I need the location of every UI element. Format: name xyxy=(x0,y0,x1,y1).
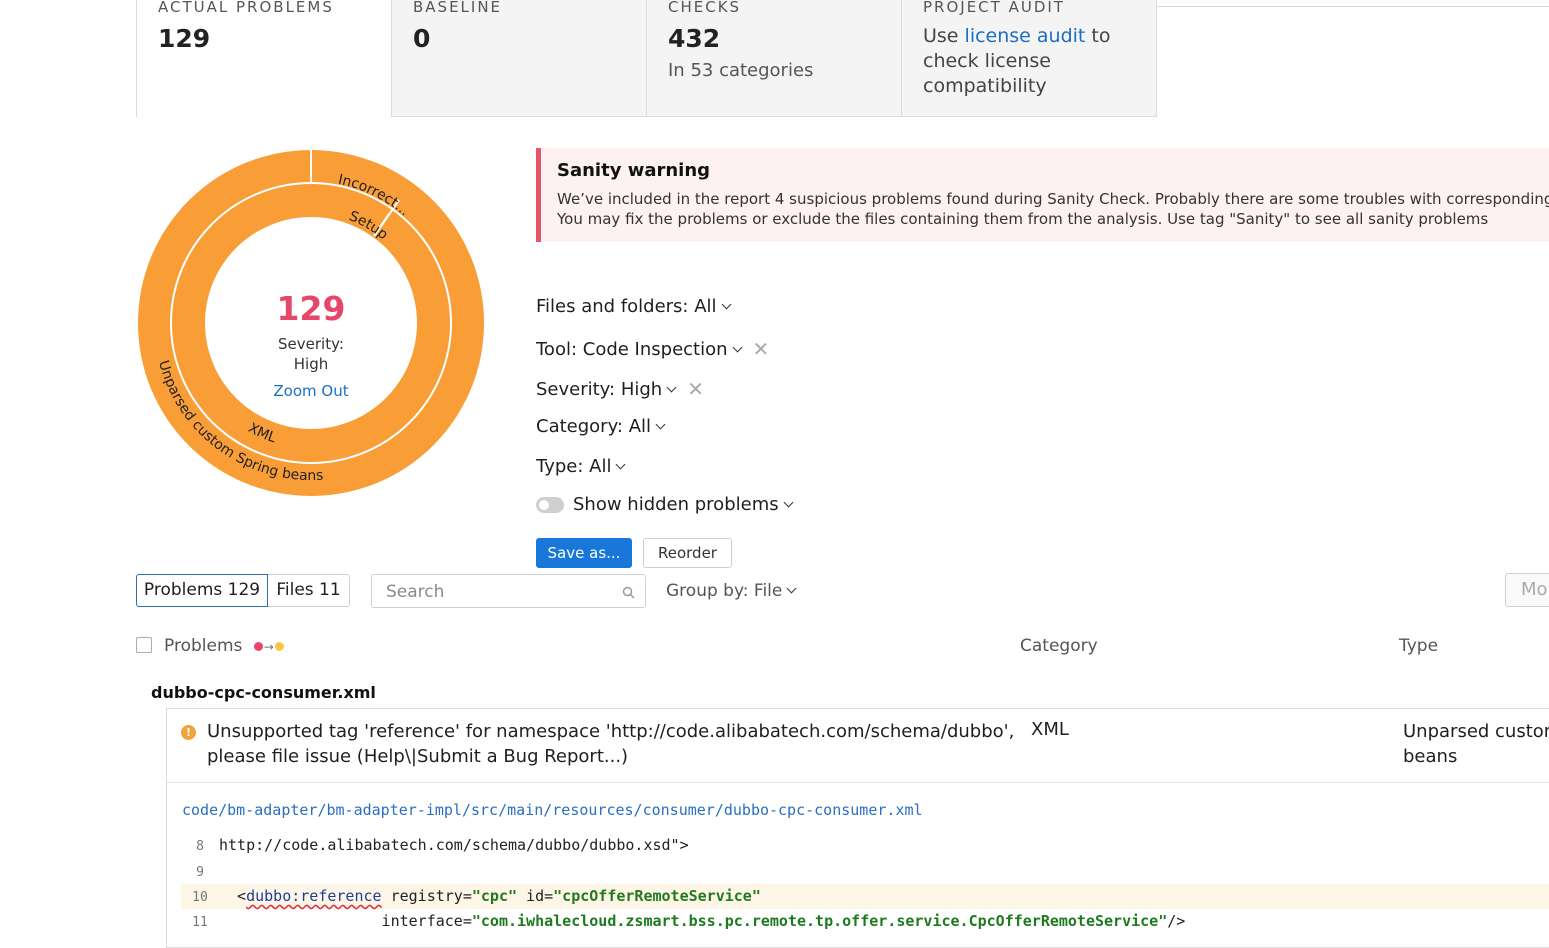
stat-label: CHECKS xyxy=(668,0,742,16)
column-type[interactable]: Type xyxy=(1399,636,1438,656)
warning-icon: ! xyxy=(181,725,196,740)
sort-arrow-icon: → xyxy=(263,640,274,654)
chevron-down-icon xyxy=(666,382,677,393)
chevron-down-icon xyxy=(783,497,794,508)
tab-checks[interactable]: CHECKS 432 In 53 categories xyxy=(646,0,902,117)
search-icon xyxy=(622,586,635,599)
search-input[interactable] xyxy=(384,581,618,603)
divider xyxy=(167,782,1549,783)
hidden-problems-toggle[interactable] xyxy=(536,497,564,513)
line-number: 9 xyxy=(196,865,204,880)
tab-baseline[interactable]: BASELINE 0 xyxy=(391,0,647,117)
line-number: 11 xyxy=(192,915,208,930)
problem-type: Unparsed custom beans xyxy=(1403,721,1549,767)
stat-value: 0 xyxy=(413,24,431,53)
column-problems[interactable]: Problems → xyxy=(164,636,285,656)
more-button[interactable]: Mo xyxy=(1505,573,1549,607)
sanity-warning: Sanity warning We’ve included in the rep… xyxy=(536,148,1549,242)
chevron-down-icon xyxy=(655,419,666,430)
problem-item[interactable]: ! Unsupported tag 'reference' for namesp… xyxy=(166,708,1549,948)
tab-problems[interactable]: Problems 129 xyxy=(136,574,268,607)
column-category[interactable]: Category xyxy=(1020,636,1098,656)
chevron-down-icon xyxy=(786,583,797,594)
filter-tool[interactable]: Tool: Code Inspection ✕ xyxy=(536,336,770,361)
stat-label: BASELINE xyxy=(413,0,503,16)
stat-label: ACTUAL PROBLEMS xyxy=(158,0,334,16)
file-group-header[interactable]: dubbo-cpc-consumer.xml xyxy=(151,683,376,702)
tab-project-audit[interactable]: PROJECT AUDIT Use license audit to check… xyxy=(901,0,1157,117)
line-number: 8 xyxy=(196,839,204,854)
code-line: 9 xyxy=(181,859,1549,884)
clear-filter-icon[interactable]: ✕ xyxy=(753,337,770,361)
top-divider xyxy=(1157,6,1549,7)
chevron-down-icon xyxy=(732,342,742,353)
problem-message: Unsupported tag 'reference' for namespac… xyxy=(207,721,1015,767)
severity-label: Severity: xyxy=(278,335,344,353)
line-number: 10 xyxy=(192,890,208,905)
file-path-link[interactable]: code/bm-adapter/bm-adapter-impl/src/main… xyxy=(182,801,923,819)
search-box[interactable] xyxy=(371,574,646,608)
stat-label: PROJECT AUDIT xyxy=(923,0,1065,16)
code-line-highlighted: 10 <dubbo:reference registry="cpc" id="c… xyxy=(181,884,1549,909)
tab-actual-problems[interactable]: ACTUAL PROBLEMS 129 xyxy=(136,0,392,117)
filter-files-folders[interactable]: Files and folders: All xyxy=(536,296,731,317)
chevron-down-icon xyxy=(721,299,731,310)
warning-title: Sanity warning xyxy=(557,160,711,181)
clear-filter-icon[interactable]: ✕ xyxy=(687,377,704,401)
filter-type[interactable]: Type: All xyxy=(536,456,626,477)
problem-category: XML xyxy=(1031,719,1069,740)
problem-tag: dubbo:reference xyxy=(246,887,382,905)
warning-message: We’ve included in the report 4 suspiciou… xyxy=(557,190,1549,228)
reorder-button[interactable]: Reorder xyxy=(643,538,732,568)
stat-sub: In 53 categories xyxy=(668,60,814,81)
group-by-dropdown[interactable]: Group by: File xyxy=(666,581,797,601)
filter-severity[interactable]: Severity: High ✕ xyxy=(536,376,704,401)
severity-sunburst[interactable]: Incorrect... Setup XML Unparsed custom S… xyxy=(136,148,486,498)
show-hidden-problems[interactable]: Show hidden problems xyxy=(536,494,794,515)
stat-value: 129 xyxy=(158,24,211,53)
severity-low-dot-icon xyxy=(274,642,284,651)
select-all-checkbox[interactable] xyxy=(136,637,152,653)
zoom-out-link[interactable]: Zoom Out xyxy=(273,382,348,400)
save-as-button[interactable]: Save as... xyxy=(536,538,632,568)
license-audit-link[interactable]: license audit xyxy=(965,25,1086,47)
code-line: 11 interface="com.iwhalecloud.zsmart.bss… xyxy=(181,909,1549,934)
chevron-down-icon xyxy=(616,459,626,470)
severity-high-dot-icon xyxy=(253,642,263,651)
stat-value: 432 xyxy=(668,24,721,53)
tab-files[interactable]: Files 11 xyxy=(268,574,350,607)
code-line: 8 http://code.alibabatech.com/schema/dubb… xyxy=(181,833,1549,858)
donut-count: 129 xyxy=(277,289,346,328)
severity-value: High xyxy=(294,355,328,373)
filter-category[interactable]: Category: All xyxy=(536,416,666,437)
audit-text: Use license audit to check license compa… xyxy=(923,25,1111,97)
